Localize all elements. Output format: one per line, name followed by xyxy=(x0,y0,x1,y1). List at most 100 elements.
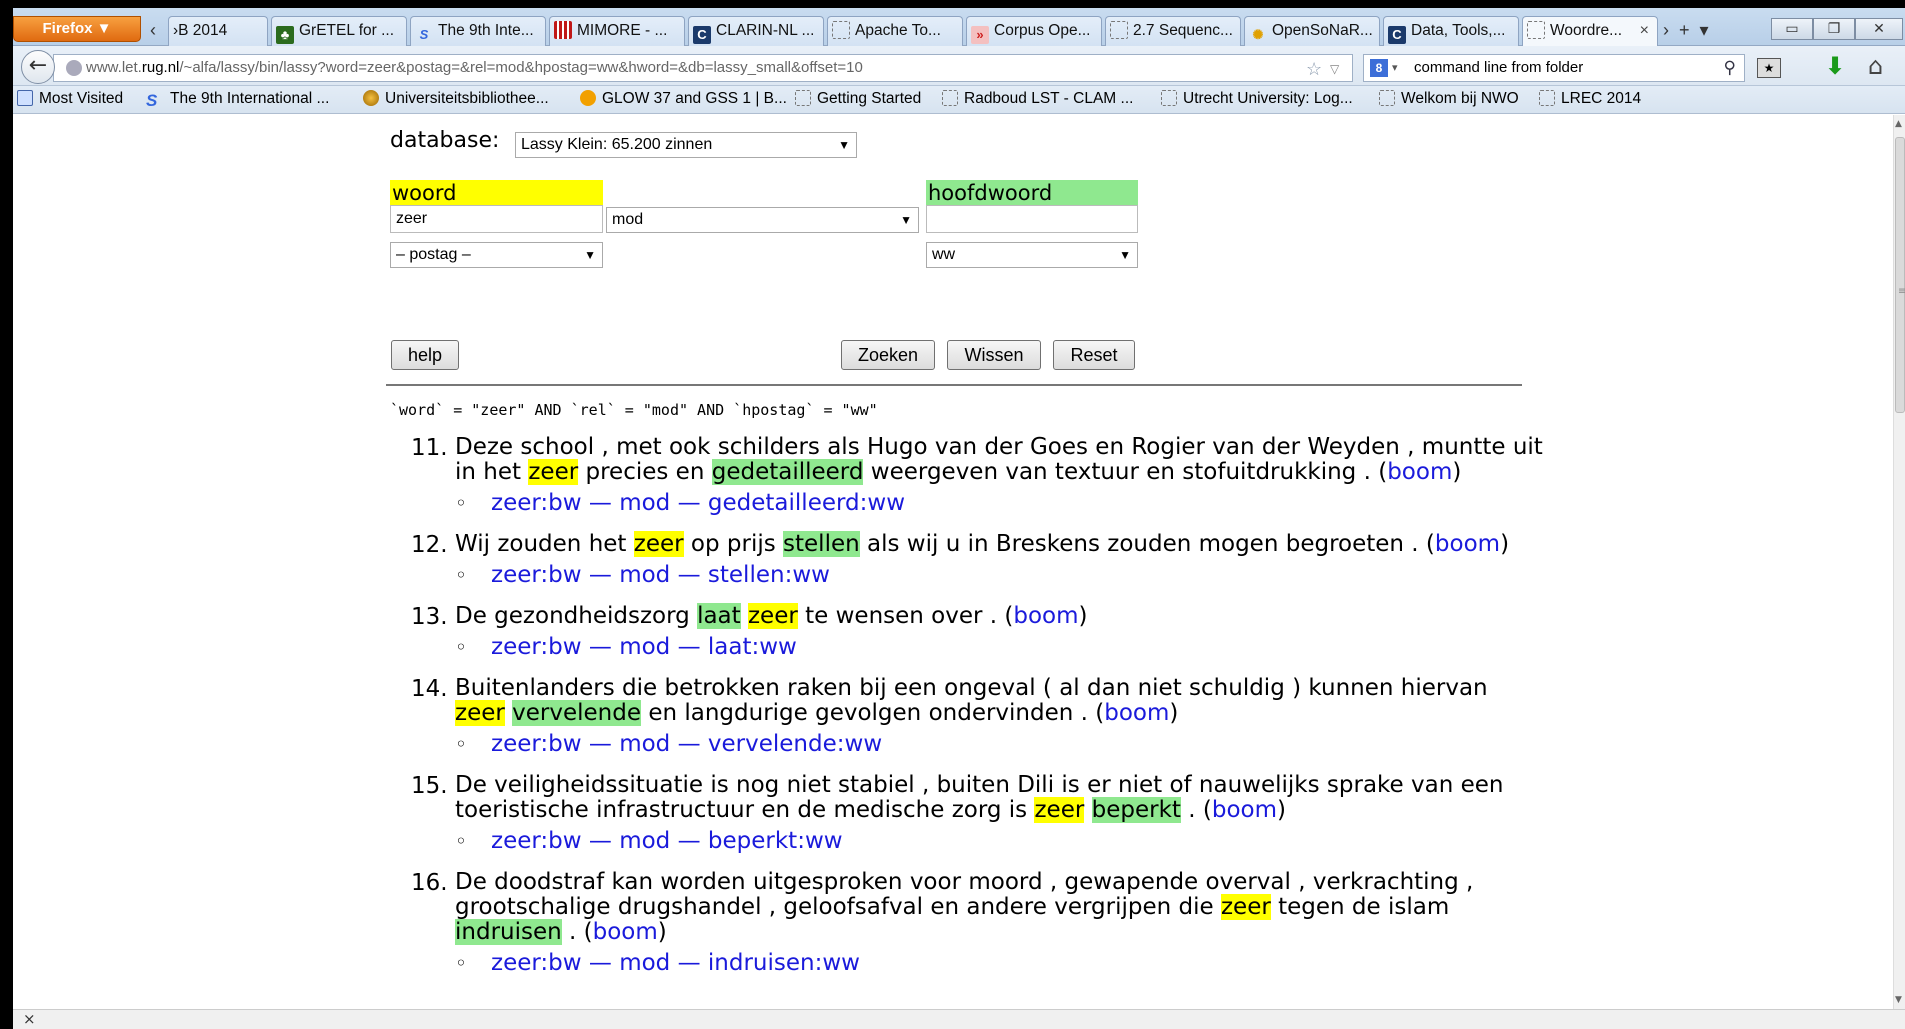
bookmark-utrecht-university[interactable]: Utrecht University: Log... xyxy=(1161,90,1353,108)
blank-page-icon xyxy=(1110,21,1128,39)
dependency-link[interactable]: zeer:bw — mod — stellen:ww xyxy=(455,562,1543,588)
boom-link[interactable]: boom xyxy=(1387,459,1452,485)
tab-close-icon[interactable]: × xyxy=(1640,17,1649,45)
chevron-down-icon: ▼ xyxy=(838,138,850,152)
restore-button[interactable]: ❐ xyxy=(1813,18,1855,40)
dependency-link[interactable]: zeer:bw — mod — laat:ww xyxy=(455,634,1543,660)
postag-select[interactable]: – postag – ▼ xyxy=(390,242,603,268)
sentence-text: Wij zouden het xyxy=(455,531,634,557)
dependency-link[interactable]: zeer:bw — mod — gedetailleerd:ww xyxy=(455,490,1543,516)
new-tab-icon[interactable]: + xyxy=(1679,20,1700,40)
minimize-button[interactable]: ▭ xyxy=(1771,18,1813,40)
bookmark-getting-started[interactable]: Getting Started xyxy=(795,90,921,108)
site-identity-icon[interactable] xyxy=(66,60,82,76)
highlighted-word: gedetailleerd xyxy=(711,459,864,485)
blank-page-icon xyxy=(795,90,811,106)
tab-scroll-left-icon[interactable]: ‹ xyxy=(150,20,156,41)
help-button[interactable]: help xyxy=(391,340,459,370)
tab-opensonar[interactable]: ✺ OpenSoNaR... xyxy=(1244,16,1380,46)
search-icon[interactable]: ⚲ xyxy=(1724,55,1736,81)
scroll-down-icon[interactable]: ▼ xyxy=(1895,995,1902,1005)
relation-select[interactable]: mod ▼ xyxy=(606,207,919,233)
tab-controls: ›+▾ xyxy=(1663,20,1719,41)
search-bar[interactable]: 8 ▾ command line from folder ⚲ xyxy=(1363,54,1745,82)
sentence-text: op prijs xyxy=(683,531,784,557)
tab-woordrelaties[interactable]: Woordre... × xyxy=(1522,16,1658,47)
boom-link[interactable]: boom xyxy=(1104,700,1169,726)
grip-icon: ≡ xyxy=(1898,286,1905,297)
bookmark-label: Utrecht University: Log... xyxy=(1183,90,1353,107)
scrollbar-thumb[interactable]: ≡ xyxy=(1895,137,1905,413)
highlighted-word: zeer xyxy=(455,700,505,726)
search-button[interactable]: Zoeken xyxy=(841,340,935,370)
boom-link[interactable]: boom xyxy=(593,919,658,945)
download-icon[interactable]: ⬇ xyxy=(1825,52,1845,80)
tab-data-tools[interactable]: C Data, Tools,... xyxy=(1383,16,1519,46)
chevron-down-icon: ▼ xyxy=(900,213,912,227)
bookmark-lrec-2014[interactable]: LREC 2014 xyxy=(1539,90,1641,108)
url-history-dropdown-icon[interactable]: ▽ xyxy=(1330,56,1339,81)
bookmark-9th-international[interactable]: S The 9th International ... xyxy=(146,90,329,109)
bookmark-radboud-clam[interactable]: Radboud LST - CLAM ... xyxy=(942,90,1133,108)
dependency-link[interactable]: zeer:bw — mod — vervelende:ww xyxy=(455,731,1543,757)
sentence-text: ) xyxy=(1169,700,1179,726)
head-postag-select[interactable]: ww ▼ xyxy=(926,242,1138,268)
reset-button[interactable]: Reset xyxy=(1053,340,1135,370)
scroll-up-icon[interactable]: ▲ xyxy=(1895,119,1902,129)
database-select[interactable]: Lassy Klein: 65.200 zinnen ▼ xyxy=(515,132,857,158)
bookmark-star-icon[interactable]: ☆ xyxy=(1306,56,1322,81)
dependency-link[interactable]: zeer:bw — mod — indruisen:ww xyxy=(455,950,1543,976)
sentence-text xyxy=(741,603,748,629)
close-icon[interactable]: × xyxy=(23,1010,36,1028)
highlighted-word: zeer xyxy=(747,603,798,629)
google-search-engine-icon[interactable]: 8 xyxy=(1370,59,1388,77)
bookmark-nwo[interactable]: Welkom bij NWO xyxy=(1379,90,1519,108)
tab-gb-2014[interactable]: ›B 2014 xyxy=(168,16,268,46)
highlighted-word: stellen xyxy=(783,531,860,557)
tab-label: Data, Tools,... xyxy=(1411,22,1506,39)
vertical-scrollbar[interactable]: ▲ ≡ ▼ xyxy=(1893,115,1905,1009)
result-sentence: Wij zouden het zeer op prijs stellen als… xyxy=(455,531,1543,557)
bookmarks-menu-icon[interactable]: ★ xyxy=(1757,58,1781,78)
hoofdwoord-label: hoofdwoord xyxy=(926,180,1138,206)
bookmark-glow[interactable]: GLOW 37 and GSS 1 | B... xyxy=(580,90,787,108)
tab-9th-international[interactable]: S The 9th Inte... xyxy=(410,16,546,46)
sentence-text: . ( xyxy=(1180,797,1212,823)
bookmark-universiteitsbibliotheek[interactable]: Universiteitsbibliothee... xyxy=(363,90,549,108)
tab-gretel[interactable]: ♣ GrETEL for ... xyxy=(271,16,407,46)
tab-list-icon[interactable]: ▾ xyxy=(1700,20,1719,40)
navigation-bar: www.let.rug.nl/~alfa/lassy/bin/lassy?wor… xyxy=(13,46,1905,86)
boom-link[interactable]: boom xyxy=(1212,797,1277,823)
bookmark-most-visited[interactable]: Most Visited xyxy=(17,90,123,108)
sentence-text: . ( xyxy=(561,919,593,945)
boom-link[interactable]: boom xyxy=(1013,603,1078,629)
search-value: command line from folder xyxy=(1414,59,1584,76)
firefox-menu-button[interactable]: Firefox ▼ xyxy=(13,16,141,42)
tab-clarin-nl[interactable]: C CLARIN-NL ... xyxy=(688,16,824,46)
close-window-button[interactable]: ✕ xyxy=(1855,18,1903,40)
sentence-text xyxy=(1084,797,1091,823)
url-bar[interactable]: www.let.rug.nl/~alfa/lassy/bin/lassy?wor… xyxy=(53,54,1353,82)
search-engine-dropdown-icon[interactable]: ▾ xyxy=(1392,55,1398,81)
bookmark-label: Universiteitsbibliothee... xyxy=(385,90,549,107)
dependency-link[interactable]: zeer:bw — mod — beperkt:ww xyxy=(455,828,1543,854)
url-host: rug.nl xyxy=(141,59,180,76)
home-icon[interactable]: ⌂ xyxy=(1868,52,1883,80)
head-word-input[interactable] xyxy=(926,205,1138,233)
s-logo-icon: S xyxy=(419,27,429,42)
back-button[interactable]: ← xyxy=(21,50,55,84)
word-input[interactable]: zeer xyxy=(390,205,603,233)
tab-apache[interactable]: Apache To... xyxy=(827,16,963,46)
tab-label: Woordre... xyxy=(1550,22,1623,39)
tab-mimore[interactable]: MIMORE - ... xyxy=(549,16,685,46)
boom-link[interactable]: boom xyxy=(1435,531,1500,557)
result-item: 12. Wij zouden het zeer op prijs stellen … xyxy=(393,531,1543,588)
tab-sequence[interactable]: 2.7 Sequenc... xyxy=(1105,16,1241,46)
tab-scroll-right-icon[interactable]: › xyxy=(1663,20,1679,40)
tab-corpus-ope[interactable]: » Corpus Ope... xyxy=(966,16,1102,46)
postag-value: – postag – xyxy=(396,246,471,263)
clear-button[interactable]: Wissen xyxy=(947,340,1041,370)
highlighted-word: beperkt xyxy=(1091,797,1181,823)
tab-label: GrETEL for ... xyxy=(299,22,395,39)
tab-label: CLARIN-NL ... xyxy=(716,22,815,39)
